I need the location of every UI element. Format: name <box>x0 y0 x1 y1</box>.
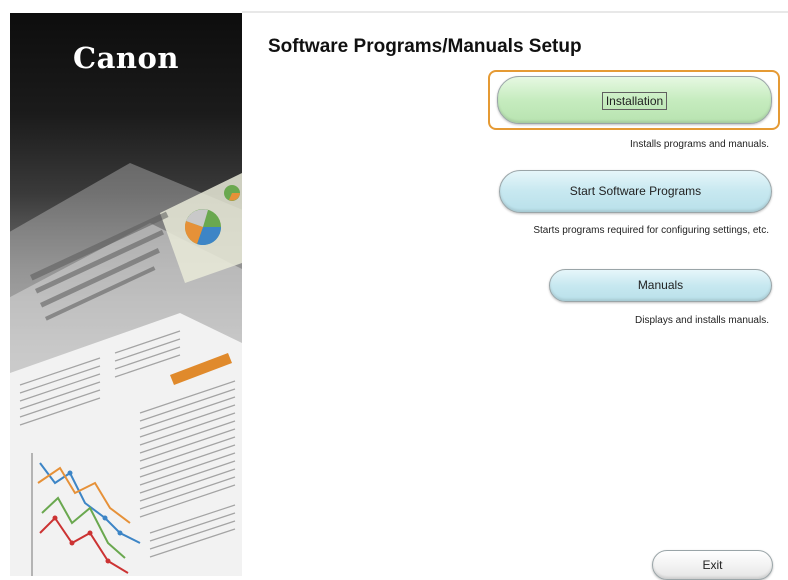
start-software-programs-description: Starts programs required for configuring… <box>533 225 769 236</box>
installation-description: Installs programs and manuals. <box>630 139 769 150</box>
banner-illustration <box>10 163 242 576</box>
canon-logo: Canon <box>73 41 179 75</box>
manuals-description: Displays and installs manuals. <box>635 315 769 326</box>
start-software-programs-label: Start Software Programs <box>569 184 702 198</box>
exit-button-label: Exit <box>702 558 723 572</box>
manuals-button[interactable]: Manuals <box>549 269 772 302</box>
start-software-programs-button[interactable]: Start Software Programs <box>499 170 772 213</box>
banner-image: Canon <box>10 13 242 576</box>
installation-button[interactable]: Installation <box>497 76 772 124</box>
top-divider <box>242 11 788 13</box>
page-title: Software Programs/Manuals Setup <box>268 36 582 57</box>
manuals-button-label: Manuals <box>637 278 684 292</box>
installation-button-label: Installation <box>601 91 668 110</box>
